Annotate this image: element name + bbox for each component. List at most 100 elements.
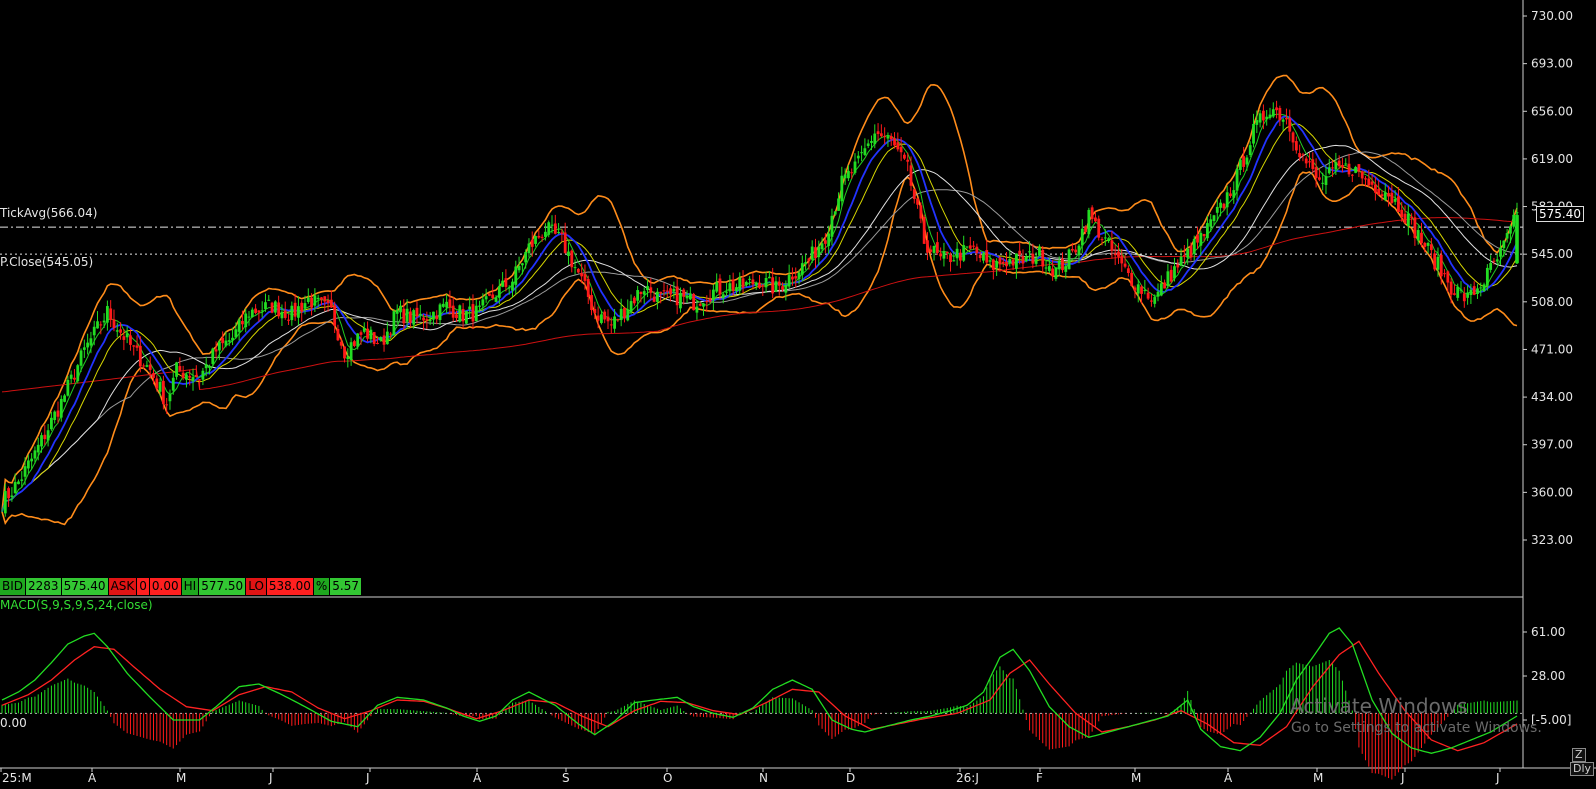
candle-body bbox=[1258, 113, 1262, 123]
candle-body bbox=[735, 287, 738, 291]
candle-body bbox=[1038, 246, 1041, 256]
period-button[interactable]: Dly bbox=[1570, 762, 1595, 776]
candle-body bbox=[33, 450, 37, 459]
candle-body bbox=[827, 233, 831, 246]
candle-body bbox=[1476, 288, 1479, 294]
candle-body bbox=[451, 305, 455, 318]
candle-body bbox=[1317, 177, 1321, 180]
candle-body bbox=[991, 259, 995, 270]
time-tick-label: A bbox=[88, 771, 97, 785]
candle-body bbox=[217, 341, 221, 351]
candle-body bbox=[382, 335, 386, 345]
stock-chart[interactable]: 730.00693.00656.00619.00582.00545.00508.… bbox=[0, 0, 1596, 789]
candle-body bbox=[955, 248, 959, 259]
candle-body bbox=[560, 232, 564, 234]
candle-body bbox=[804, 262, 808, 265]
candle-body bbox=[1298, 153, 1302, 158]
candle-body bbox=[349, 342, 353, 360]
candle-body bbox=[211, 348, 215, 364]
candle-body bbox=[1206, 223, 1209, 239]
candle-body bbox=[718, 278, 722, 295]
candle-body bbox=[1413, 217, 1417, 238]
zoom-button[interactable]: Z bbox=[1572, 748, 1586, 762]
candle-body bbox=[129, 335, 132, 345]
candle-body bbox=[79, 350, 83, 366]
hi-label: HI bbox=[181, 578, 200, 595]
candle-body bbox=[926, 240, 929, 253]
price-tick-label: 508.00 bbox=[1531, 295, 1573, 309]
candle-body bbox=[609, 324, 613, 326]
candle-body bbox=[705, 300, 709, 303]
candle-body bbox=[1242, 156, 1246, 167]
candle-body bbox=[606, 316, 610, 322]
candle-body bbox=[725, 291, 728, 293]
candle-body bbox=[1252, 123, 1255, 144]
candle-body bbox=[145, 365, 149, 367]
candle-body bbox=[1383, 192, 1387, 200]
candle-body bbox=[13, 482, 17, 494]
candle-body bbox=[461, 308, 465, 322]
candle-body bbox=[1153, 297, 1157, 304]
candle-body bbox=[774, 281, 778, 292]
candle-body bbox=[1429, 244, 1433, 251]
candle-body bbox=[89, 338, 93, 346]
candle-body bbox=[1489, 262, 1493, 270]
candle-body bbox=[214, 349, 218, 352]
candle-body bbox=[665, 290, 669, 292]
candle-body bbox=[313, 295, 317, 306]
candle-body bbox=[399, 305, 402, 313]
candle-body bbox=[1357, 164, 1361, 172]
candle-body bbox=[1067, 249, 1071, 270]
candle-body bbox=[916, 198, 919, 205]
time-axis: 25:M A M J J A S O N D 26:J F M A M J J bbox=[0, 768, 1501, 785]
candle-body bbox=[59, 398, 63, 418]
candle-body bbox=[794, 276, 798, 279]
candle-body bbox=[455, 314, 458, 319]
candle-body bbox=[320, 297, 323, 300]
candle-body bbox=[379, 337, 383, 341]
pct-value: 5.57 bbox=[330, 578, 363, 595]
candle-body bbox=[1225, 192, 1229, 208]
candle-body bbox=[306, 297, 310, 302]
candle-body bbox=[270, 302, 274, 313]
bollinger-bands bbox=[1, 74, 1518, 526]
candle-body bbox=[870, 141, 873, 143]
candle-body bbox=[692, 293, 696, 311]
candle-body bbox=[290, 305, 294, 321]
candle-body bbox=[524, 251, 528, 263]
macd-tick-label: 28.00 bbox=[1531, 669, 1565, 683]
candle-body bbox=[395, 309, 399, 314]
bid-price: 575.40 bbox=[61, 578, 109, 595]
candle-body bbox=[1173, 266, 1176, 279]
candle-body bbox=[198, 379, 202, 381]
candle-body bbox=[626, 309, 630, 321]
candle-body bbox=[771, 277, 775, 294]
candle-body bbox=[155, 378, 159, 389]
candle-body bbox=[1321, 182, 1325, 184]
time-tick-label: A bbox=[473, 771, 482, 785]
candle-body bbox=[1100, 239, 1104, 241]
candle-body bbox=[593, 308, 597, 314]
candle-body bbox=[596, 315, 600, 321]
candle-body bbox=[530, 239, 534, 247]
candle-body bbox=[92, 326, 96, 336]
candle-body bbox=[1136, 284, 1140, 294]
candle-body bbox=[728, 283, 732, 292]
candle-body bbox=[942, 251, 946, 259]
candle-body bbox=[583, 273, 587, 281]
candle-body bbox=[471, 304, 475, 322]
candle-body bbox=[1031, 253, 1035, 264]
candle-body bbox=[346, 356, 350, 360]
candle-body bbox=[1495, 259, 1499, 262]
candle-body bbox=[1509, 226, 1512, 234]
candle-body bbox=[698, 304, 702, 306]
candle-body bbox=[1080, 228, 1084, 246]
candle-body bbox=[1008, 259, 1012, 264]
candle-body bbox=[221, 337, 225, 344]
tick-avg-label: TickAvg(566.04) bbox=[0, 206, 98, 220]
candle-body bbox=[297, 306, 300, 318]
candle-body bbox=[412, 310, 416, 325]
candle-body bbox=[873, 133, 877, 145]
candle-body bbox=[1130, 272, 1134, 286]
candle-body bbox=[260, 310, 264, 312]
